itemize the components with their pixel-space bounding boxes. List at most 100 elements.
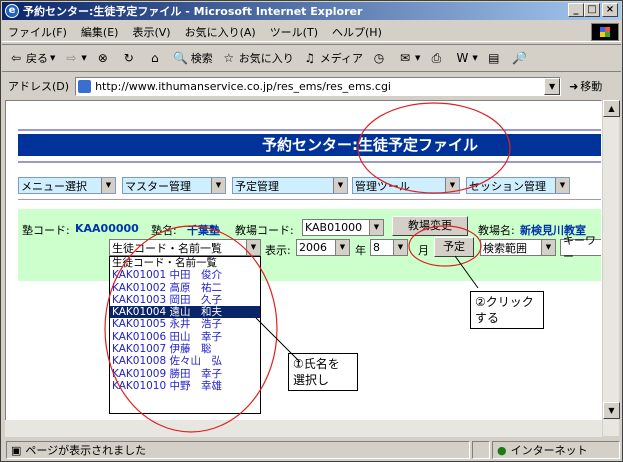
page-done-icon: ▣ bbox=[11, 443, 22, 457]
research-button[interactable]: 🔎 bbox=[512, 50, 530, 66]
scroll-down-icon[interactable]: ▼ bbox=[603, 402, 620, 419]
search-button[interactable]: 🔍 検索 bbox=[173, 50, 212, 66]
student-list-item[interactable]: KAK01002 高原 祐二 bbox=[110, 282, 260, 294]
chevron-down-icon: ▼ bbox=[211, 178, 225, 193]
display-label: 表示: bbox=[265, 244, 291, 257]
student-list-item[interactable]: KAK01008 佐々山 弘 bbox=[110, 355, 260, 367]
header-divider bbox=[18, 129, 601, 131]
chevron-down-icon: ▼ bbox=[246, 240, 260, 255]
callout-click: ②クリック する bbox=[470, 291, 544, 329]
toolbar: ⇦ 戻る ▼ ⇨ ▼ ⊗ ↻ ⌂ 🔍 検索 ☆ お気に入り ♫ メディア ◷ ✉ ▼ ⎙ W ▼… bbox=[2, 44, 621, 72]
globe-icon: ● bbox=[497, 443, 507, 457]
classroom-code-select[interactable]: KAB01000 ▼ bbox=[302, 219, 384, 236]
stop-button[interactable]: ⊗ bbox=[95, 50, 113, 66]
address-label: アドレス(D) bbox=[8, 80, 70, 93]
menu-edit[interactable]: 編集(E) bbox=[81, 24, 119, 40]
mail-icon: ✉ bbox=[399, 51, 411, 65]
menu-bar: ファイル(F) 編集(E) 表示(V) お気に入り(A) ツール(T) ヘルプ(… bbox=[2, 22, 621, 42]
research-icon: 🔎 bbox=[512, 51, 528, 65]
school-name-label: 塾名: bbox=[151, 224, 177, 237]
status-zone: ● インターネット bbox=[492, 441, 620, 459]
address-input[interactable]: http://www.ithumanservice.co.jp/res_ems/… bbox=[75, 76, 562, 96]
header-divider bbox=[18, 161, 601, 163]
student-list-item[interactable]: KAK01007 伊藤 聡 bbox=[110, 343, 260, 355]
student-list-item[interactable]: KAK01010 中野 幸雄 bbox=[110, 380, 260, 392]
student-list-item[interactable]: KAK01004 遠山 和夫 bbox=[110, 306, 260, 319]
vertical-scrollbar[interactable]: ▲ ▼ bbox=[602, 100, 620, 436]
print-icon: ⎙ bbox=[431, 51, 442, 65]
callout-select-name: ①氏名を 選択し bbox=[288, 353, 358, 391]
browser-window: e 予約センター:生徒予定ファイル - Microsoft Internet E… bbox=[0, 0, 623, 462]
student-list-item[interactable]: KAK01005 永井 浩子 bbox=[110, 318, 260, 330]
go-button[interactable]: ➜ 移動 bbox=[569, 78, 602, 94]
favorites-button[interactable]: ☆ お気に入り bbox=[221, 50, 293, 66]
refresh-icon: ↻ bbox=[123, 51, 134, 65]
status-message: ▣ ページが表示されました bbox=[6, 441, 470, 459]
discuss-button[interactable]: ▤ bbox=[486, 50, 504, 66]
maximize-button[interactable]: □ bbox=[584, 3, 600, 17]
chevron-down-icon: ▼ bbox=[101, 178, 115, 193]
horizontal-scrollbar[interactable] bbox=[5, 420, 602, 437]
word-icon: W bbox=[456, 51, 469, 65]
history-icon: ◷ bbox=[373, 51, 385, 65]
history-button[interactable]: ◷ bbox=[371, 50, 389, 66]
menu-favorites[interactable]: お気に入り(A) bbox=[185, 24, 256, 40]
chevron-down-icon: ▼ bbox=[555, 178, 569, 193]
change-classroom-button[interactable]: 教場変更 bbox=[392, 216, 468, 236]
scroll-up-icon[interactable]: ▲ bbox=[603, 100, 620, 117]
print-button[interactable]: ⎙ bbox=[428, 50, 446, 66]
close-button[interactable]: × bbox=[602, 3, 618, 17]
favorites-icon: ☆ bbox=[223, 51, 235, 65]
discuss-icon: ▤ bbox=[488, 51, 500, 65]
nav-menu-select[interactable]: メニュー選択 ▼ bbox=[18, 177, 116, 194]
menu-file[interactable]: ファイル(F) bbox=[8, 24, 67, 40]
menu-tools[interactable]: ツール(T) bbox=[270, 24, 318, 40]
student-list-item[interactable]: KAK01003 岡田 久子 bbox=[110, 294, 260, 306]
chevron-down-icon: ▼ bbox=[541, 240, 555, 255]
menu-help[interactable]: ヘルプ(H) bbox=[332, 24, 382, 40]
nav-schedule-select[interactable]: 予定管理 ▼ bbox=[232, 177, 348, 194]
status-pane bbox=[472, 441, 490, 459]
ie-icon: e bbox=[5, 4, 19, 18]
back-button[interactable]: ⇦ 戻る ▼ bbox=[8, 50, 55, 66]
student-dropdown-list[interactable]: 生徒コード・名前一覧 KAK01001 中田 俊介 KAK01002 高原 祐二 KA… bbox=[109, 256, 261, 414]
student-list-item[interactable]: KAK01006 田山 幸子 bbox=[110, 331, 260, 343]
nav-tools-select[interactable]: 管理ツール ▼ bbox=[352, 177, 460, 194]
search-range-select[interactable]: 検索範囲 ▼ bbox=[480, 239, 556, 256]
keyword-input[interactable]: キーワー bbox=[560, 234, 601, 263]
back-arrow-icon: ⇦ bbox=[10, 51, 22, 65]
page-title: 予約センター:生徒予定ファイル bbox=[18, 134, 601, 156]
media-button[interactable]: ♫ メディア bbox=[302, 50, 363, 66]
month-label: 月 bbox=[418, 244, 429, 257]
student-list-item[interactable]: KAK01009 勝田 幸子 bbox=[110, 368, 260, 380]
nav-master-select[interactable]: マスター管理 ▼ bbox=[122, 177, 226, 194]
menu-view[interactable]: 表示(V) bbox=[132, 24, 170, 40]
list-header-item[interactable]: 生徒コード・名前一覧 bbox=[110, 257, 260, 269]
schedule-button[interactable]: 予定 bbox=[434, 237, 474, 257]
home-icon: ⌂ bbox=[150, 51, 159, 65]
student-list-item[interactable]: KAK01001 中田 俊介 bbox=[110, 269, 260, 281]
classroom-code-label: 教場コード: bbox=[235, 224, 294, 237]
nav-session-select[interactable]: セッション管理 ▼ bbox=[466, 177, 570, 194]
mail-button[interactable]: ✉ ▼ bbox=[397, 50, 420, 66]
address-bar: アドレス(D) http://www.ithumanservice.co.jp/… bbox=[2, 74, 621, 98]
home-button[interactable]: ⌂ bbox=[147, 50, 165, 66]
chevron-down-icon: ▼ bbox=[335, 240, 349, 255]
year-label: 年 bbox=[355, 244, 366, 257]
student-select[interactable]: 生徒コード・名前一覧 ▼ bbox=[109, 239, 261, 256]
classroom-name-label: 教場名: bbox=[478, 224, 515, 237]
search-icon: 🔍 bbox=[173, 51, 189, 65]
chevron-down-icon: ▼ bbox=[393, 240, 407, 255]
page-content: 予約センター:生徒予定ファイル メニュー選択 ▼ マスター管理 ▼ 予定管理 ▼ 管理… bbox=[5, 100, 602, 436]
address-dropdown-button[interactable]: ▼ bbox=[544, 77, 561, 95]
windows-logo-icon bbox=[591, 23, 619, 41]
go-arrow-icon: ➜ bbox=[569, 79, 579, 93]
edit-button[interactable]: W ▼ bbox=[454, 50, 477, 66]
minimize-button[interactable]: _ bbox=[568, 3, 584, 17]
forward-button[interactable]: ⇨ ▼ bbox=[63, 50, 86, 66]
stop-icon: ⊗ bbox=[97, 51, 108, 65]
month-select[interactable]: 8 ▼ bbox=[370, 239, 408, 256]
forward-arrow-icon: ⇨ bbox=[66, 51, 77, 65]
refresh-button[interactable]: ↻ bbox=[121, 50, 139, 66]
year-select[interactable]: 2006 ▼ bbox=[296, 239, 350, 256]
